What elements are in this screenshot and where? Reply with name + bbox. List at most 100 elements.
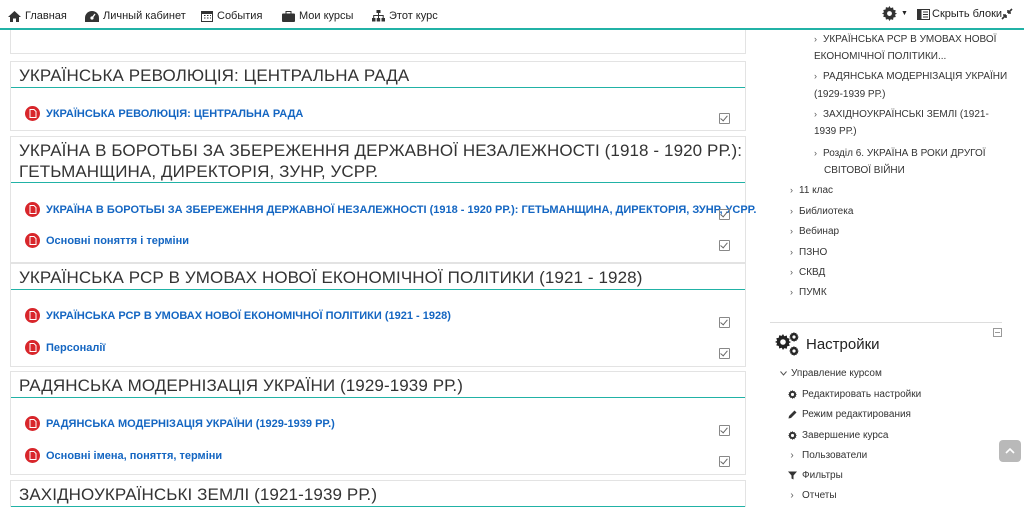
- back-to-top-button[interactable]: [999, 440, 1021, 462]
- pdf-icon: [25, 233, 40, 248]
- completion-checkbox[interactable]: [719, 113, 730, 124]
- activity-link[interactable]: Основні імена, поняття, терміни: [46, 450, 222, 462]
- nav-tree-item[interactable]: › РАДЯНСЬКА МОДЕРНІЗАЦІЯ УКРАЇНИ: [814, 67, 1007, 86]
- nav-tree-item-label: Вебинар: [799, 226, 840, 237]
- nav-tree-item-webinar[interactable]: › Вебинар: [790, 222, 839, 241]
- nav-dashboard[interactable]: Личный кабинет: [85, 8, 186, 24]
- nav-tree-item-pzno[interactable]: › ПЗНО: [790, 243, 827, 262]
- course-admin-toggle[interactable]: Управление курсом: [780, 368, 882, 379]
- section-divider: [11, 87, 745, 88]
- settings-item-label: Отчеты: [802, 490, 837, 501]
- nav-tree-item-label: УКРАЇНСЬКА РСР В УМОВАХ НОВОЇ: [823, 34, 997, 45]
- completion-checkbox[interactable]: [719, 425, 730, 436]
- chevron-right-icon: ›: [790, 185, 793, 195]
- nav-dashboard-label: Личный кабинет: [103, 10, 186, 22]
- nav-tree-item-label: РАДЯНСЬКА МОДЕРНІЗАЦІЯ УКРАЇНИ: [823, 71, 1008, 82]
- section-title-line2: ГЕТЬМАНЩИНА, ДИРЕКТОРІЯ, ЗУНР, УСРР.: [19, 162, 379, 181]
- nav-calendar[interactable]: События: [201, 8, 262, 24]
- nav-home[interactable]: Главная: [8, 8, 67, 24]
- gear-icon: [786, 390, 798, 399]
- activity-item[interactable]: РАДЯНСЬКА МОДЕРНІЗАЦІЯ УКРАЇНИ (1929-193…: [25, 416, 335, 431]
- completion-checkbox[interactable]: [719, 348, 730, 359]
- activity-item[interactable]: УКРАЇНСЬКА РЕВОЛЮЦІЯ: ЦЕНТРАЛЬНА РАДА: [25, 106, 303, 121]
- activity-link[interactable]: УКРАЇНСЬКА РСР В УМОВАХ НОВОЇ ЕКОНОМІЧНО…: [46, 310, 451, 322]
- section-title: ЗАХІДНОУКРАЇНСЬКІ ЗЕМЛІ (1921-1939 РР.): [19, 485, 378, 504]
- hide-blocks-icon: [917, 8, 930, 20]
- settings-item-edit-mode[interactable]: Режим редактирования: [786, 409, 911, 420]
- sitemap-icon: [372, 10, 385, 22]
- settings-item-course-completion[interactable]: Завершение курса: [786, 430, 888, 441]
- pencil-icon: [786, 410, 798, 419]
- nav-tree-item-pumk[interactable]: › ПУМК: [790, 283, 827, 302]
- course-section-previous: [10, 30, 746, 54]
- nav-tree-item-label: ПЗНО: [799, 247, 828, 258]
- activity-link[interactable]: РАДЯНСЬКА МОДЕРНІЗАЦІЯ УКРАЇНИ (1929-193…: [46, 418, 335, 430]
- course-content: УКРАЇНСЬКА РЕВОЛЮЦІЯ: ЦЕНТРАЛЬНА РАДА УК…: [0, 30, 760, 507]
- nav-tree-item-label: 11 клас: [799, 185, 834, 196]
- nav-tree-item-skvd[interactable]: › СКВД: [790, 263, 825, 282]
- completion-checkbox[interactable]: [719, 456, 730, 467]
- section-divider: [11, 397, 745, 398]
- nav-tree-item-label: Розділ 6. УКРАЇНА В РОКИ ДРУГОЇ: [823, 148, 986, 159]
- pdf-icon: [25, 416, 40, 431]
- nav-tree-item-label: Библиотека: [799, 206, 854, 217]
- activity-item[interactable]: УКРАЇНА В БОРОТЬБІ ЗА ЗБЕРЕЖЕННЯ ДЕРЖАВН…: [25, 202, 756, 217]
- nav-tree-item-label-cont: (1929-1939 РР.): [814, 89, 886, 100]
- hide-blocks-button[interactable]: Скрыть блоки: [917, 8, 1002, 20]
- section-divider: [11, 182, 745, 183]
- nav-tree-item-label: ПУМК: [799, 287, 827, 298]
- section-divider: [11, 289, 745, 290]
- nav-tree-item-label-cont: 1939 РР.): [814, 126, 857, 137]
- pdf-icon: [25, 340, 40, 355]
- nav-this-course-label: Этот курс: [389, 10, 438, 22]
- nav-my-courses[interactable]: Мои курсы: [282, 8, 353, 24]
- settings-item-reports[interactable]: › Отчеты: [786, 490, 837, 501]
- settings-block-header: Настройки: [774, 332, 880, 356]
- activity-item[interactable]: Персоналії: [25, 340, 105, 355]
- settings-item-users[interactable]: › Пользователи: [786, 450, 867, 461]
- chevron-right-icon: ›: [814, 148, 817, 158]
- settings-item-label: Завершение курса: [802, 430, 889, 441]
- nav-tree-item-label: ЗАХІДНОУКРАЇНСЬКІ ЗЕМЛІ (1921-: [823, 109, 989, 120]
- nav-this-course[interactable]: Этот курс: [372, 8, 438, 24]
- course-section: УКРАЇНСЬКА РСР В УМОВАХ НОВОЇ ЕКОНОМІЧНО…: [10, 263, 746, 367]
- completion-checkbox[interactable]: [719, 209, 730, 220]
- activity-item[interactable]: Основні поняття і терміни: [25, 233, 189, 248]
- nav-tree-item-cont: ЕКОНОМІЧНОЇ ПОЛІТИКИ...: [814, 47, 946, 66]
- settings-item-label: Пользователи: [802, 450, 868, 461]
- section-title: УКРАЇНСЬКА РСР В УМОВАХ НОВОЇ ЕКОНОМІЧНО…: [19, 268, 643, 287]
- fullscreen-toggle[interactable]: [1001, 8, 1013, 20]
- hide-blocks-label: Скрыть блоки: [932, 8, 1003, 20]
- completion-checkbox[interactable]: [719, 240, 730, 251]
- nav-my-courses-label: Мои курсы: [299, 10, 354, 22]
- chevron-right-icon: ›: [790, 206, 793, 216]
- settings-item-label: Фильтры: [802, 470, 843, 481]
- nav-calendar-label: События: [217, 10, 263, 22]
- pdf-icon: [25, 448, 40, 463]
- activity-link[interactable]: УКРАЇНА В БОРОТЬБІ ЗА ЗБЕРЕЖЕННЯ ДЕРЖАВН…: [46, 204, 756, 216]
- gears-icon: [775, 332, 799, 356]
- course-section: РАДЯНСЬКА МОДЕРНІЗАЦІЯ УКРАЇНИ (1929-193…: [10, 371, 746, 475]
- home-icon: [8, 10, 21, 22]
- activity-item[interactable]: УКРАЇНСЬКА РСР В УМОВАХ НОВОЇ ЕКОНОМІЧНО…: [25, 308, 451, 323]
- settings-item-edit-settings[interactable]: Редактировать настройки: [786, 389, 921, 400]
- top-navbar: Главная Личный кабинет События Мои курсы…: [0, 0, 1024, 30]
- chevron-right-icon: ›: [790, 490, 794, 501]
- nav-tree-item-11-klas[interactable]: › 11 клас: [790, 181, 833, 200]
- completion-checkbox[interactable]: [719, 317, 730, 328]
- nav-tree-item-label: СКВД: [799, 267, 826, 278]
- nav-tree-item-library[interactable]: › Библиотека: [790, 202, 853, 221]
- collapse-block-button[interactable]: [993, 328, 1002, 337]
- chevron-right-icon: ›: [790, 247, 793, 257]
- settings-item-label: Редактировать настройки: [802, 389, 922, 400]
- settings-menu-toggle[interactable]: ▼: [882, 6, 908, 21]
- filter-icon: [786, 471, 798, 480]
- briefcase-icon: [282, 10, 295, 22]
- activity-item[interactable]: Основні імена, поняття, терміни: [25, 448, 222, 463]
- activity-link[interactable]: УКРАЇНСЬКА РЕВОЛЮЦІЯ: ЦЕНТРАЛЬНА РАДА: [46, 108, 303, 120]
- settings-item-filters[interactable]: Фильтры: [786, 470, 843, 481]
- activity-link[interactable]: Основні поняття і терміни: [46, 235, 189, 247]
- block-separator: [770, 322, 1002, 323]
- nav-tree-item-cont: 1939 РР.): [814, 122, 857, 141]
- activity-link[interactable]: Персоналії: [46, 342, 105, 354]
